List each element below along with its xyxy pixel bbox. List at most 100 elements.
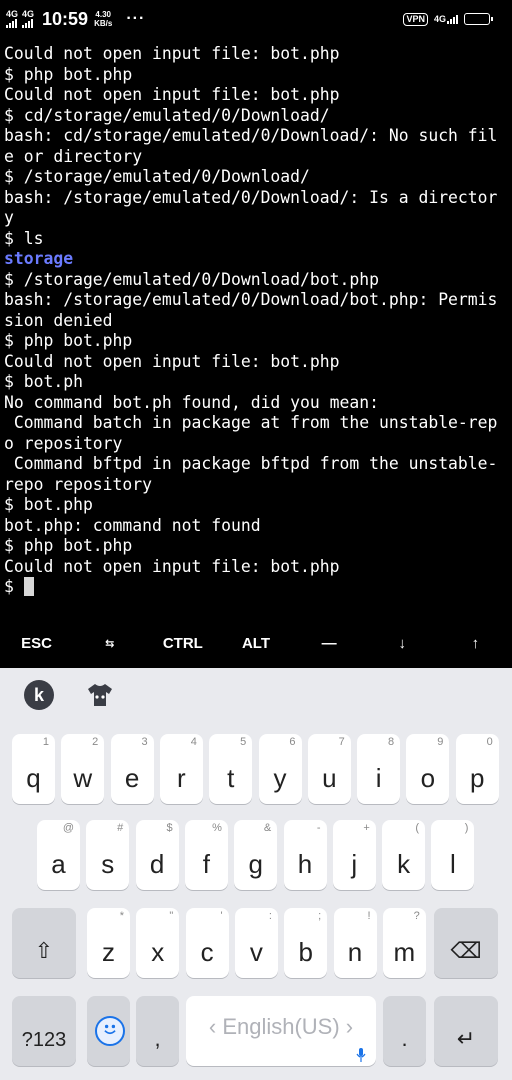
- prompt: $: [4, 577, 24, 596]
- key-label: a: [51, 849, 66, 879]
- terminal-output[interactable]: Could not open input file: bot.php $ php …: [4, 44, 508, 604]
- key-g[interactable]: & g: [234, 820, 278, 890]
- terminal-line: bot.php: command not found: [4, 515, 261, 535]
- key-hint: @: [62, 822, 74, 834]
- key-hint: $: [166, 822, 173, 834]
- terminal-line: Command batch in package at from the uns…: [4, 413, 498, 432]
- key-r[interactable]: 4r: [159, 734, 203, 804]
- key-label: ?123: [21, 1029, 67, 1051]
- terminal-prompt-line[interactable]: $: [4, 577, 508, 598]
- key-m[interactable]: ? m: [382, 908, 426, 978]
- network-speed: 4.30 KB/s: [94, 10, 112, 28]
- mobile-data-icon: 4G: [434, 14, 458, 24]
- vpn-icon: VPN: [403, 12, 428, 26]
- key-hint: ): [464, 822, 469, 834]
- key-k[interactable]: (k: [382, 820, 426, 890]
- key-s[interactable]: # s: [86, 820, 130, 890]
- key-z[interactable]: * z: [87, 908, 130, 978]
- speed-unit: KB/s: [94, 19, 113, 28]
- key-label: u: [322, 763, 337, 793]
- emoji-icon: [95, 1016, 125, 1046]
- key-y[interactable]: 6y: [258, 734, 302, 804]
- key-hint: *: [119, 910, 124, 922]
- key-label: q: [26, 763, 41, 793]
- key-u[interactable]: 7u: [307, 734, 351, 804]
- status-right: VPN 4G 39: [403, 10, 493, 28]
- key-j[interactable]: + j: [332, 820, 376, 890]
- key-c[interactable]: ' c: [185, 908, 229, 978]
- terminal-line: No command bot.ph found, did you mean:: [4, 392, 379, 412]
- terminal-line: repo repository: [4, 474, 153, 494]
- space-key[interactable]: ‹ English(US) ›: [186, 996, 376, 1066]
- ctrl-key[interactable]: CTRL: [146, 622, 219, 664]
- key-e[interactable]: 3e: [110, 734, 154, 804]
- key-x[interactable]: " x: [136, 908, 180, 978]
- key-hint: ": [169, 910, 174, 922]
- text-cursor: [23, 577, 34, 596]
- key-label: ⌫: [450, 938, 482, 963]
- arrow-up-key[interactable]: ↑: [439, 622, 512, 664]
- key-n[interactable]: ! n: [333, 908, 377, 978]
- key-hint: :: [268, 910, 272, 922]
- key-hint: 2: [92, 736, 99, 748]
- symbols-key[interactable]: ?123: [12, 996, 76, 1066]
- key-label: k: [397, 849, 411, 879]
- sim1-signal-icon: 4G: [6, 10, 18, 28]
- terminal-line: o repository: [4, 433, 123, 453]
- key-label: v: [249, 937, 263, 967]
- esc-key[interactable]: ESC: [0, 622, 73, 664]
- enter-key[interactable]: ↵: [434, 996, 498, 1066]
- key-q[interactable]: 1q: [12, 734, 55, 804]
- backspace-key[interactable]: ⌫: [434, 908, 498, 978]
- tab-key[interactable]: ⇆: [73, 622, 146, 664]
- key-a[interactable]: @ a: [37, 820, 80, 890]
- terminal-line: $ /storage/emulated/0/Download/: [4, 167, 310, 186]
- comma-key[interactable]: ,: [136, 996, 179, 1066]
- key-f[interactable]: % f: [184, 820, 228, 890]
- sim2-label: 4G: [22, 9, 35, 19]
- extra-keys-bar: ESC ⇆ CTRL ALT — ↓ ↑: [0, 622, 512, 664]
- key-p[interactable]: 0p: [455, 734, 499, 804]
- terminal-line: $ php bot.php: [4, 331, 133, 350]
- theme-icon[interactable]: [86, 682, 114, 708]
- key-hint: 9: [437, 736, 444, 748]
- key-h[interactable]: -h: [283, 820, 327, 890]
- more-notifications-icon: ···: [126, 10, 146, 27]
- key-i[interactable]: 8i: [357, 734, 401, 804]
- key-t[interactable]: 5t: [209, 734, 253, 804]
- key-label: ⇧: [34, 938, 54, 963]
- key-label: r: [177, 763, 186, 793]
- key-label: n: [347, 937, 363, 967]
- alt-key[interactable]: ALT: [219, 622, 292, 664]
- key-o[interactable]: 9o: [406, 734, 450, 804]
- speed-value: 4.30: [95, 10, 111, 19]
- sim1-label: 4G: [6, 9, 19, 19]
- terminal-line: $ /storage/emulated/0/Download/bot.php: [4, 269, 379, 289]
- terminal-line: $ bot.ph: [4, 372, 83, 391]
- status-bar: 4G 4G 10:59 4.30 KB/s ··· VPN 4G 39: [0, 0, 512, 38]
- key-l[interactable]: ) l: [431, 820, 475, 890]
- terminal-line: Could not open input file: bot.php: [4, 351, 340, 371]
- key-w[interactable]: 2w: [61, 734, 105, 804]
- period-key[interactable]: .: [383, 996, 426, 1066]
- terminal-line: bash: cd/storage/emulated/0/Download/: N…: [4, 126, 498, 145]
- arrow-down-key[interactable]: ↓: [366, 622, 439, 664]
- shift-key[interactable]: ⇧: [12, 908, 76, 978]
- mic-icon: [356, 1048, 366, 1062]
- key-label: .: [401, 1026, 408, 1051]
- key-label: h: [297, 849, 313, 879]
- emoji-key[interactable]: [87, 996, 130, 1066]
- terminal-line: bash: /storage/emulated/0/Download/: Is …: [4, 187, 498, 207]
- dash-key[interactable]: —: [293, 622, 366, 664]
- key-hint: -: [316, 822, 321, 834]
- battery-level: 39: [471, 14, 482, 24]
- terminal-line: storage: [4, 249, 74, 268]
- clock: 10:59: [42, 8, 89, 29]
- key-label: o: [420, 763, 436, 793]
- keyboard-logo-button[interactable]: k: [24, 680, 54, 710]
- key-v[interactable]: :v: [234, 908, 278, 978]
- key-d[interactable]: $ d: [135, 820, 179, 890]
- key-label: z: [102, 937, 115, 967]
- key-b[interactable]: ; b: [284, 908, 328, 978]
- key-label: w: [73, 763, 93, 793]
